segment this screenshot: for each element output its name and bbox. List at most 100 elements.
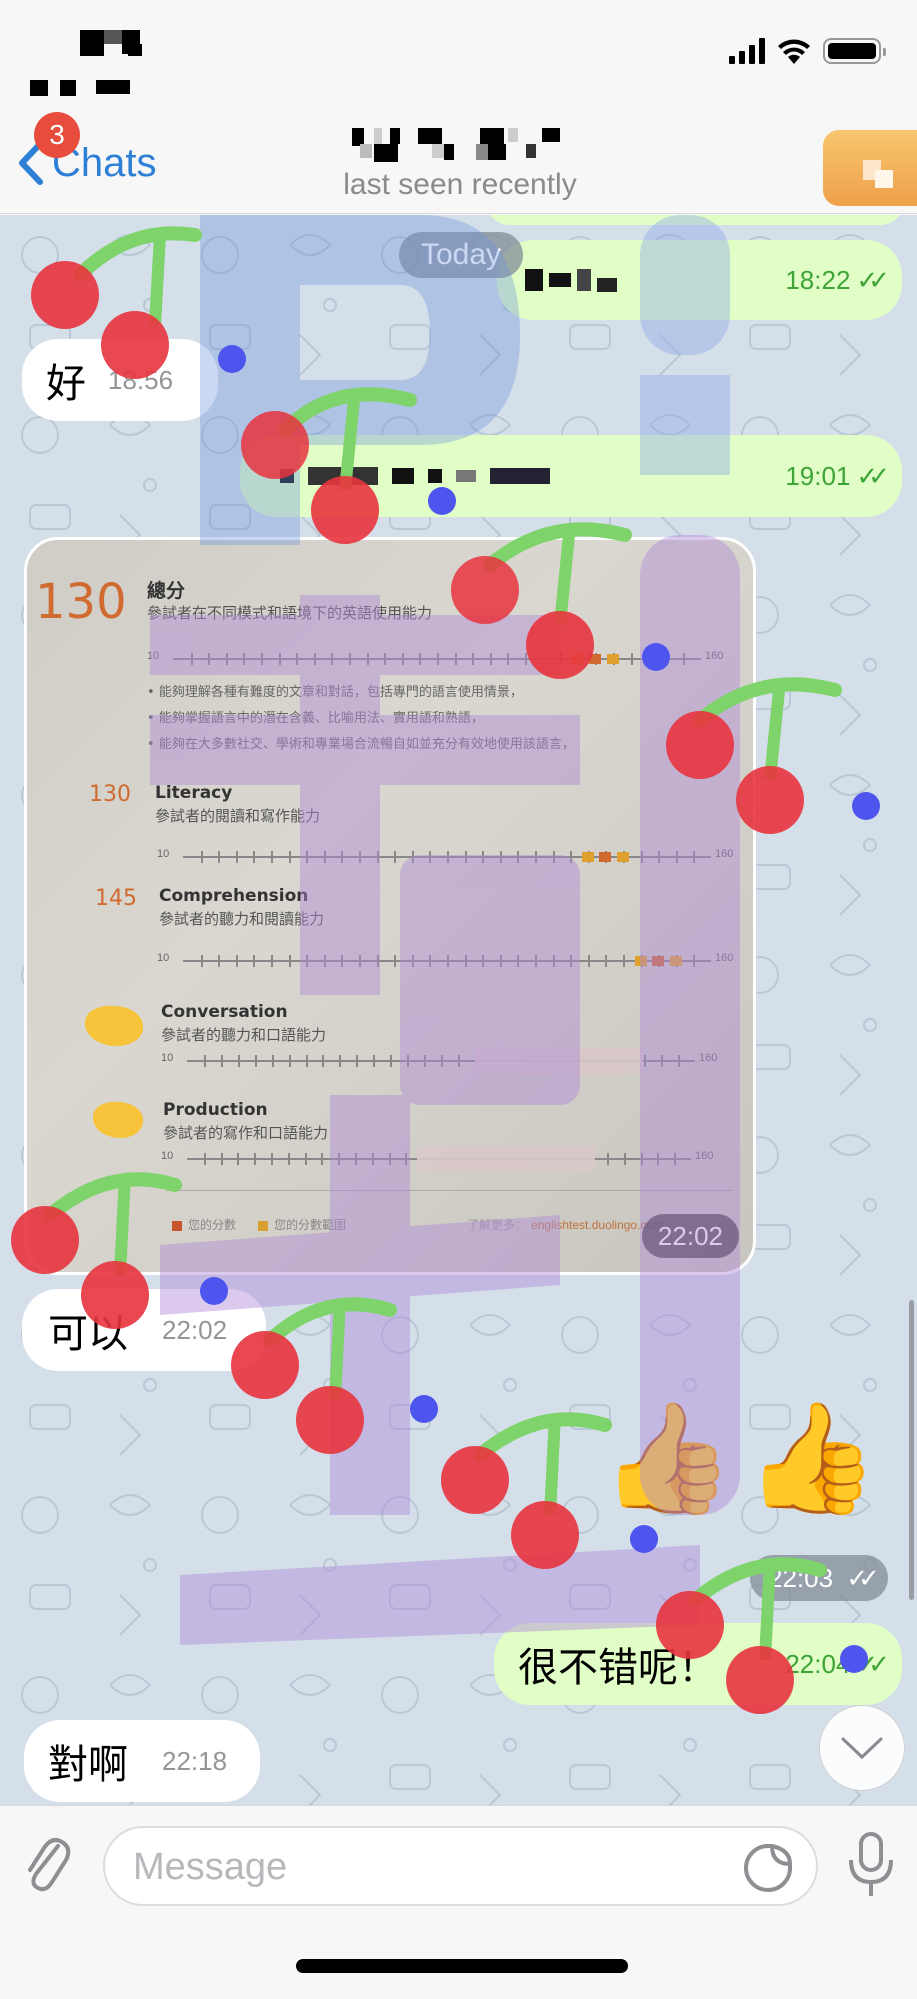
- conversation-desc: 參試者的聽力和口語能力: [161, 1026, 327, 1044]
- message-input[interactable]: [133, 1838, 693, 1896]
- message-list[interactable]: Today 18:22 ✓✓ 好 18:56 19:01 ✓✓ 130 總分 參…: [0, 215, 917, 1805]
- literacy-desc: 參試者的閱讀和寫作能力: [155, 807, 321, 825]
- sticker-icon[interactable]: [742, 1842, 794, 1894]
- scale-tick: [482, 851, 485, 863]
- message-bubble-incoming[interactable]: 可以 22:02: [22, 1289, 266, 1371]
- scale-tick: [390, 1055, 393, 1067]
- scale-tick: [644, 1055, 647, 1067]
- message-time: 22:02: [162, 1314, 228, 1345]
- production-score-scale: 10 160: [161, 1146, 717, 1172]
- scale-tick: [441, 1055, 443, 1067]
- overall-score: 130: [35, 574, 127, 630]
- message-text: 好: [46, 361, 86, 407]
- scale-tick: [407, 1055, 410, 1067]
- scale-tick: [429, 851, 432, 863]
- message-bubble-outgoing[interactable]: 18:22 ✓✓: [497, 240, 902, 320]
- comprehension-desc: 參試者的聽力和閱讀能力: [159, 910, 325, 928]
- scale-tick: [288, 1055, 291, 1067]
- message-bubble-outgoing[interactable]: 19:01 ✓✓: [240, 435, 902, 517]
- message-bubble-incoming[interactable]: 對啊 22:18: [24, 1720, 260, 1802]
- legend: 您的分數 您的分數範圍: [172, 1216, 346, 1233]
- scale-tick: [499, 851, 502, 863]
- scale-max-label: 160: [695, 1150, 714, 1162]
- scale-tick: [355, 1153, 357, 1165]
- bullet-item: • 能夠掌握語言中的潛在含義、比喻用法、實用語和熟語，: [147, 711, 484, 726]
- scale-tick: [366, 653, 369, 665]
- scale-tick: [322, 1055, 325, 1067]
- scale-tick: [388, 1153, 391, 1165]
- redacted-range: [474, 1048, 643, 1074]
- scale-tick: [254, 1153, 257, 1165]
- contact-avatar[interactable]: [823, 130, 917, 206]
- cellular-signal-icon: [729, 38, 765, 64]
- scale-tick: [675, 851, 678, 863]
- score-range-marker: [571, 654, 584, 664]
- message-input-field[interactable]: [103, 1826, 818, 1906]
- scale-tick: [203, 1153, 206, 1165]
- home-indicator: [296, 1959, 628, 1973]
- scale-tick: [623, 955, 625, 967]
- scale-tick: [339, 1055, 342, 1067]
- scale-tick: [411, 851, 414, 863]
- comprehension-score-scale: 10 160: [157, 952, 737, 968]
- scale-tick: [658, 851, 661, 863]
- scale-tick: [271, 851, 273, 863]
- scale-tick: [323, 955, 326, 967]
- scale-tick: [254, 1055, 257, 1067]
- message-bubble-previous[interactable]: [485, 215, 905, 225]
- scale-tick: [287, 1153, 290, 1165]
- scale-tick: [464, 955, 467, 967]
- divider: [167, 1190, 733, 1191]
- score-range-marker: [617, 852, 629, 862]
- scale-tick: [190, 653, 193, 665]
- scale-tick: [271, 1055, 274, 1067]
- watermark-dot: [840, 1645, 868, 1673]
- scale-tick: [517, 851, 520, 863]
- bullet-item: • 能夠在大多數社交、學術和專業場合流暢自如並充分有效地使用該語言，: [147, 737, 575, 752]
- paperclip-icon[interactable]: [22, 1832, 72, 1894]
- scale-tick: [394, 851, 397, 863]
- scale-tick: [237, 1055, 240, 1067]
- scroll-to-bottom-button[interactable]: [819, 1705, 905, 1791]
- back-button[interactable]: Chats: [12, 138, 157, 188]
- scale-tick: [288, 955, 291, 967]
- message-text-redacted: [280, 467, 763, 485]
- contact-name-redacted: [290, 124, 630, 162]
- scale-tick: [208, 653, 211, 665]
- scale-tick: [517, 955, 520, 967]
- composer-bar: [0, 1805, 917, 1999]
- message-text-redacted: [525, 268, 763, 292]
- emoji-message[interactable]: 👍👍: [600, 1395, 889, 1522]
- scale-max-label: 160: [715, 952, 734, 964]
- scrollbar[interactable]: [909, 1300, 914, 1600]
- scale-tick: [535, 851, 537, 863]
- scale-tick: [376, 955, 379, 967]
- scale-tick: [693, 955, 696, 967]
- contact-title[interactable]: last seen recently: [250, 124, 670, 202]
- scale-tick: [535, 955, 537, 967]
- message-text: 很不错呢！: [518, 1645, 718, 1691]
- scale-tick: [429, 955, 432, 967]
- scale-tick: [253, 851, 256, 863]
- scale-tick: [321, 1153, 324, 1165]
- scale-tick: [674, 1153, 677, 1165]
- message-bubble-incoming[interactable]: 好 18:56: [22, 339, 218, 421]
- scale-tick: [371, 1153, 374, 1165]
- scale-tick: [296, 653, 299, 665]
- scale-tick: [607, 1153, 609, 1165]
- watermark-dot: [642, 643, 670, 671]
- scale-tick: [384, 653, 387, 665]
- learn-more: 了解更多： englishtest.duolingo.com: [467, 1218, 664, 1232]
- scale-tick: [605, 955, 608, 967]
- emoji-message-time: 22:03 ✓✓: [750, 1555, 888, 1601]
- message-time: 22:18: [162, 1745, 228, 1776]
- overall-desc: 參試者在不同模式和語境下的英語使用能力: [147, 604, 433, 622]
- redacted-range: [416, 1146, 595, 1172]
- scale-tick: [464, 851, 467, 863]
- scale-tick: [661, 1055, 664, 1067]
- scale-min-label: 10: [157, 848, 170, 860]
- microphone-icon[interactable]: [847, 1830, 895, 1898]
- scale-tick: [305, 1055, 308, 1067]
- conversation-score-scale: 10 160: [161, 1048, 721, 1074]
- scale-tick: [261, 653, 263, 665]
